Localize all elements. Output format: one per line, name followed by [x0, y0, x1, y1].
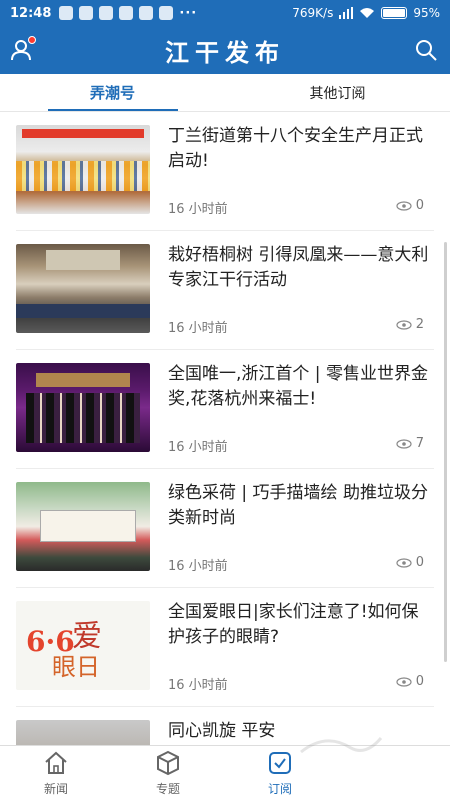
news-thumbnail	[16, 244, 150, 333]
battery-level: 95%	[413, 6, 440, 20]
news-item[interactable]: 丁兰街道第十八个安全生产月正式启动! 16 小时前 0	[16, 112, 434, 231]
notification-app-icon	[79, 6, 94, 20]
notification-app-icon	[59, 6, 74, 20]
user-profile-button[interactable]	[10, 36, 36, 62]
news-time: 16 小时前	[168, 440, 228, 455]
views-count: 0	[415, 674, 424, 689]
news-time: 16 小时前	[168, 202, 228, 217]
cell-signal-icon	[339, 7, 354, 19]
status-bar: 12:48 ··· 769K/s 95%	[0, 0, 450, 26]
news-thumbnail	[16, 482, 150, 571]
tab-nongchao[interactable]: 弄潮号	[0, 74, 225, 111]
eye-icon	[396, 557, 412, 568]
news-views: 0	[396, 674, 424, 689]
wifi-icon	[360, 8, 375, 18]
search-button[interactable]	[414, 38, 438, 62]
news-time: 16 小时前	[168, 321, 228, 336]
home-icon	[45, 751, 67, 774]
news-list: 丁兰街道第十八个安全生产月正式启动! 16 小时前 0 栽好梧桐树 引得凤凰来—…	[0, 112, 450, 745]
notification-app-icon	[99, 6, 114, 20]
more-notifications-icon: ···	[179, 5, 198, 21]
eye-icon	[396, 319, 412, 330]
news-views: 0	[396, 555, 424, 570]
app-header: 江干发布	[0, 26, 450, 74]
battery-icon	[381, 7, 408, 19]
news-item[interactable]: 6·6 爱 眼日 全国爱眼日|家长们注意了!如何保护孩子的眼睛? 16 小时前 …	[16, 588, 434, 707]
scrollbar[interactable]	[444, 242, 447, 662]
eye-icon	[396, 676, 412, 687]
news-item[interactable]: 栽好梧桐树 引得凤凰来——意大利专家江干行活动 16 小时前 2	[16, 231, 434, 350]
cube-icon	[157, 750, 179, 775]
news-time: 16 小时前	[168, 678, 228, 693]
views-count: 0	[415, 555, 424, 570]
watermark-logo	[300, 737, 383, 754]
news-thumbnail	[16, 720, 150, 745]
nav-label: 订阅	[267, 781, 292, 796]
news-views: 2	[396, 317, 424, 332]
notification-dot	[28, 36, 36, 44]
news-thumbnail	[16, 363, 150, 452]
net-speed: 769K/s	[292, 6, 334, 20]
subscription-tabs: 弄潮号 其他订阅	[0, 74, 450, 112]
views-count: 7	[415, 436, 424, 451]
views-count: 2	[415, 317, 424, 332]
thumbnail-text: 眼日	[52, 653, 100, 681]
news-title: 全国爱眼日|家长们注意了!如何保护孩子的眼睛?	[168, 602, 419, 647]
nav-label: 专题	[155, 781, 180, 796]
status-time: 12:48	[10, 5, 52, 21]
eye-icon	[396, 200, 412, 211]
news-title: 绿色采荷 | 巧手描墙绘 助推垃圾分类新时尚	[168, 483, 428, 528]
nav-topics[interactable]: 专题	[112, 746, 224, 800]
nav-label: 新闻	[43, 781, 68, 796]
page-title: 江干发布	[165, 38, 285, 67]
nav-news[interactable]: 新闻	[0, 746, 112, 800]
notification-app-icon	[159, 6, 174, 20]
news-views: 7	[396, 436, 424, 451]
news-thumbnail	[16, 125, 150, 214]
status-right: 769K/s 95%	[292, 6, 440, 20]
news-title: 栽好梧桐树 引得凤凰来——意大利专家江干行活动	[168, 245, 429, 290]
search-icon	[416, 40, 437, 61]
eye-icon	[396, 438, 412, 449]
notification-app-icon	[119, 6, 134, 20]
subscribe-check-icon	[269, 751, 291, 774]
news-thumbnail: 6·6 爱 眼日	[16, 601, 150, 690]
news-title: 全国唯一,浙江首个 | 零售业世界金奖,花落杭州来福士!	[168, 364, 428, 409]
news-time: 16 小时前	[168, 559, 228, 574]
tab-other-subscriptions[interactable]: 其他订阅	[225, 74, 450, 111]
news-item[interactable]: 全国唯一,浙江首个 | 零售业世界金奖,花落杭州来福士! 16 小时前 7	[16, 350, 434, 469]
views-count: 0	[415, 198, 424, 213]
status-notification-icons: ···	[59, 6, 197, 21]
notification-app-icon	[139, 6, 154, 20]
news-title: 丁兰街道第十八个安全生产月正式启动!	[168, 126, 423, 171]
news-item[interactable]: 绿色采荷 | 巧手描墙绘 助推垃圾分类新时尚 16 小时前 0	[16, 469, 434, 588]
news-views: 0	[396, 198, 424, 213]
